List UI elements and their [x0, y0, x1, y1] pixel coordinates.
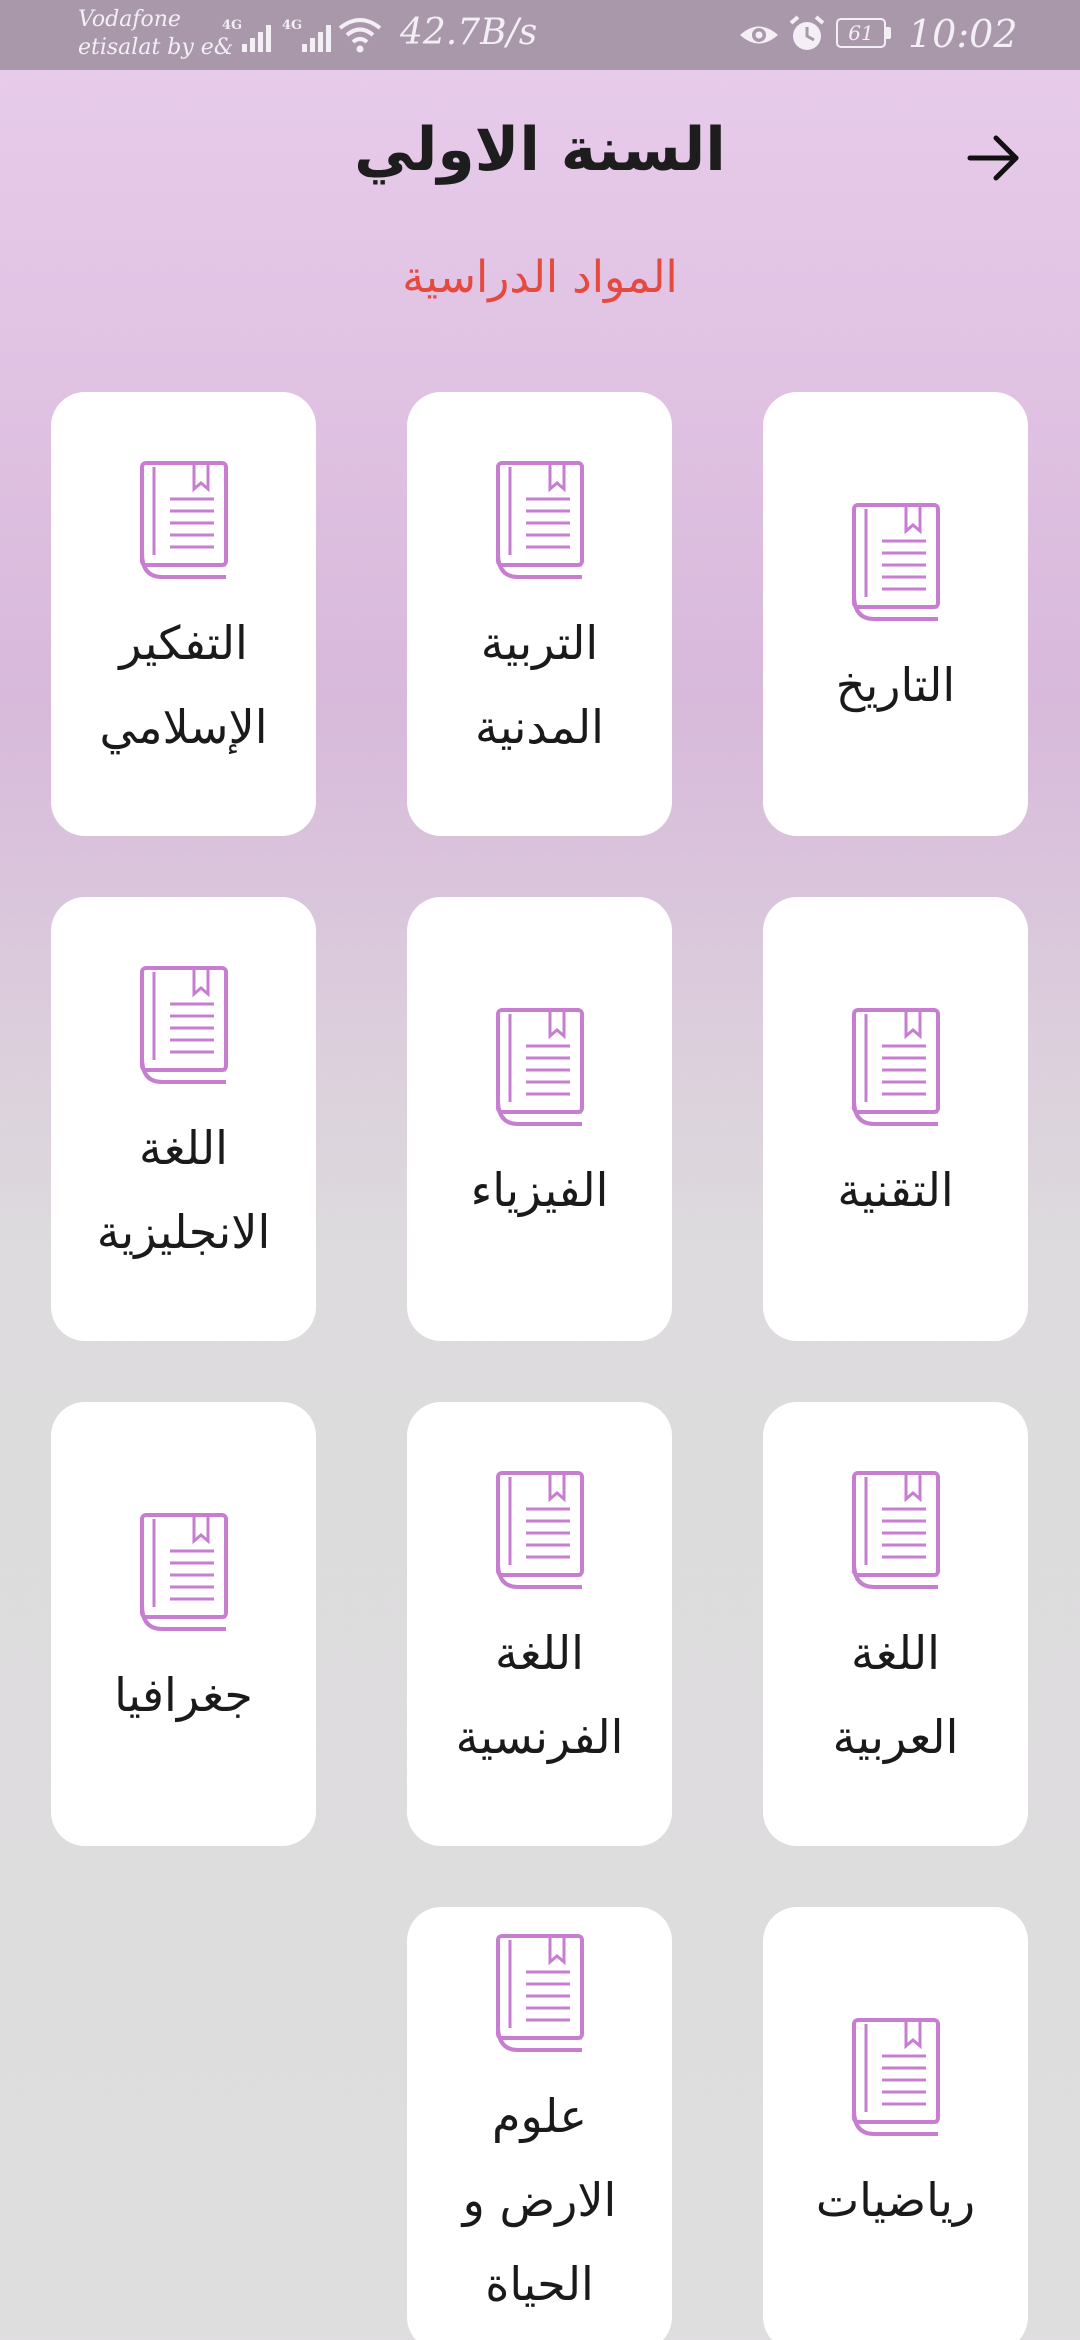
subject-card-4[interactable]: التقنية — [763, 897, 1028, 1341]
battery-icon: 61 — [836, 18, 892, 50]
subject-card-9[interactable]: جغرافيا — [51, 1402, 316, 1846]
subjects-grid: التاريخ التربية المدنية التفكير الإسلامي… — [51, 392, 1028, 2340]
subject-card-6[interactable]: اللغة الانجليزية — [51, 897, 316, 1341]
book-icon — [495, 1934, 584, 2052]
status-time: 10:02 — [908, 12, 1018, 56]
signal-icon-2: 4G — [282, 18, 342, 54]
book-icon — [139, 1513, 228, 1631]
subject-label: اللغة الفرنسية — [455, 1626, 624, 1764]
carrier-info: Vodafone etisalat by e& — [78, 6, 233, 62]
subject-card-10[interactable]: رياضيات — [763, 1907, 1028, 2340]
subject-card-1[interactable]: التاريخ — [763, 392, 1028, 836]
subject-label: اللغة الانجليزية — [96, 1121, 271, 1259]
book-icon — [851, 1471, 940, 1589]
book-icon — [495, 461, 584, 579]
status-bar: Vodafone etisalat by e& 4G 4G 42.7B/s 61… — [0, 0, 1080, 70]
subject-label: التقنية — [837, 1163, 954, 1217]
signal-icon: 4G — [222, 18, 282, 54]
book-icon — [495, 1471, 584, 1589]
subject-label: التفكير الإسلامي — [99, 616, 268, 754]
book-icon — [851, 2018, 940, 2136]
subject-card-11[interactable]: علوم الارض و الحياة — [407, 1907, 672, 2340]
subject-label: التربية المدنية — [475, 616, 604, 754]
section-title: المواد الدراسية — [402, 252, 678, 303]
book-icon — [139, 461, 228, 579]
book-icon — [851, 503, 940, 621]
arrow-right-icon — [967, 135, 1019, 181]
wifi-icon — [338, 18, 382, 53]
subject-label: جغرافيا — [114, 1668, 253, 1722]
carrier-name-1: Vodafone — [78, 7, 181, 32]
network-speed: 42.7B/s — [400, 12, 538, 53]
page-title: السنة الاولي — [354, 115, 726, 185]
book-icon — [495, 1008, 584, 1126]
carrier-name-2: etisalat by e& — [78, 35, 234, 60]
subject-card-3[interactable]: التفكير الإسلامي — [51, 392, 316, 836]
alarm-icon — [789, 15, 825, 50]
book-icon — [139, 966, 228, 1084]
subject-label: علوم الارض و الحياة — [462, 2089, 617, 2311]
battery-level: 61 — [836, 18, 886, 48]
back-button[interactable] — [962, 126, 1026, 190]
subject-card-2[interactable]: التربية المدنية — [407, 392, 672, 836]
eye-icon — [740, 26, 778, 44]
subject-label: رياضيات — [815, 2173, 976, 2227]
subject-label: اللغة العربية — [832, 1626, 959, 1764]
subject-card-8[interactable]: اللغة الفرنسية — [407, 1402, 672, 1846]
subject-label: الفيزياء — [470, 1163, 609, 1217]
book-icon — [851, 1008, 940, 1126]
subject-label: التاريخ — [835, 658, 956, 712]
subject-card-7[interactable]: اللغة العربية — [763, 1402, 1028, 1846]
subject-card-5[interactable]: الفيزياء — [407, 897, 672, 1341]
